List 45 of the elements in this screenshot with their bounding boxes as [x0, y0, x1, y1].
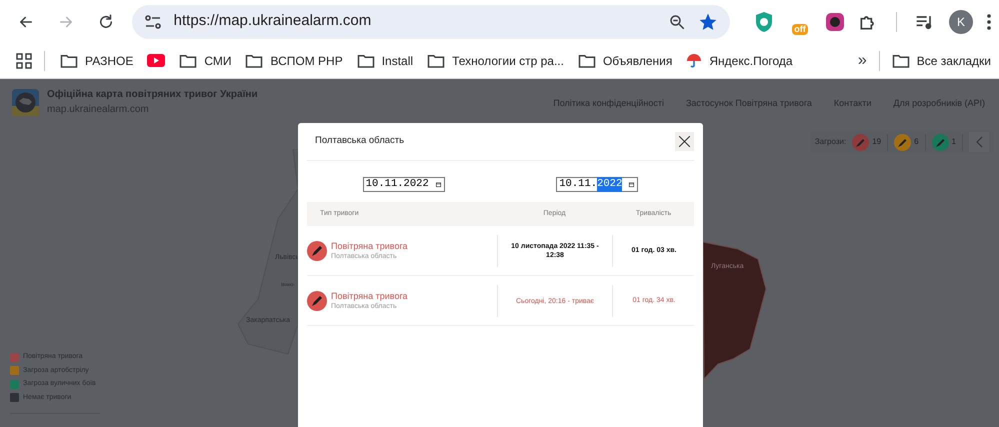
video-play-icon: [147, 54, 166, 67]
folder-icon: [892, 52, 910, 68]
folder-icon: [60, 52, 78, 68]
bookmark[interactable]: ВСПОМ PHP: [242, 46, 346, 74]
date-field[interactable]: 10.11.2022: [362, 177, 445, 192]
star-icon[interactable]: [698, 12, 718, 32]
more-bookmarks-button[interactable]: »: [858, 48, 867, 72]
address-bar[interactable]: https://map.ukrainealarm.com: [132, 4, 730, 38]
logo-icon: [12, 88, 39, 116]
folder-icon: [179, 52, 198, 68]
bookmark[interactable]: РАЗНОЕ: [57, 46, 136, 74]
threat-count: 6: [914, 136, 919, 148]
folder-icon: [578, 52, 596, 68]
chevron-left-icon: [976, 136, 982, 148]
folder-icon: [356, 52, 375, 68]
all-bookmarks[interactable]: Все закладки: [892, 52, 991, 70]
off-badge: off: [792, 24, 808, 34]
threat-count: 1: [952, 136, 956, 148]
date-field[interactable]: 10.11.2022: [556, 177, 638, 192]
umbrella-icon: [686, 52, 702, 68]
site-settings-icon[interactable]: [144, 14, 162, 30]
bookmark[interactable]: Install: [354, 46, 416, 74]
bookmark[interactable]: Яндекс.Погода: [683, 46, 796, 74]
folder-icon: [427, 52, 446, 68]
modal-title: Полтавська область: [315, 134, 404, 148]
bookmark[interactable]: СМИ: [176, 46, 234, 74]
bookmark[interactable]: Объявления: [574, 46, 676, 74]
folder-icon: [245, 52, 264, 68]
close-button[interactable]: [675, 132, 694, 151]
alarm-title: Повітряна тривога: [331, 240, 408, 252]
shield-icon[interactable]: [754, 10, 774, 32]
calendar-icon[interactable]: [436, 180, 441, 189]
camera-lens-icon[interactable]: [826, 12, 844, 30]
profile-avatar[interactable]: K: [948, 10, 973, 34]
zoom-out-icon[interactable]: [668, 12, 686, 30]
close-icon: [679, 136, 690, 147]
missile-icon: [307, 291, 327, 311]
missile-icon: [307, 241, 327, 261]
alarm-title: Повітряна тривога: [331, 290, 408, 302]
url-text: https://map.ukrainealarm.com: [174, 11, 372, 32]
apps-grid-icon[interactable]: [16, 52, 32, 68]
bookmark[interactable]: Технологии стр ра...: [424, 46, 567, 74]
calendar-icon[interactable]: [629, 180, 634, 189]
menu-icon[interactable]: [986, 14, 991, 30]
threat-count: 19: [872, 136, 882, 148]
